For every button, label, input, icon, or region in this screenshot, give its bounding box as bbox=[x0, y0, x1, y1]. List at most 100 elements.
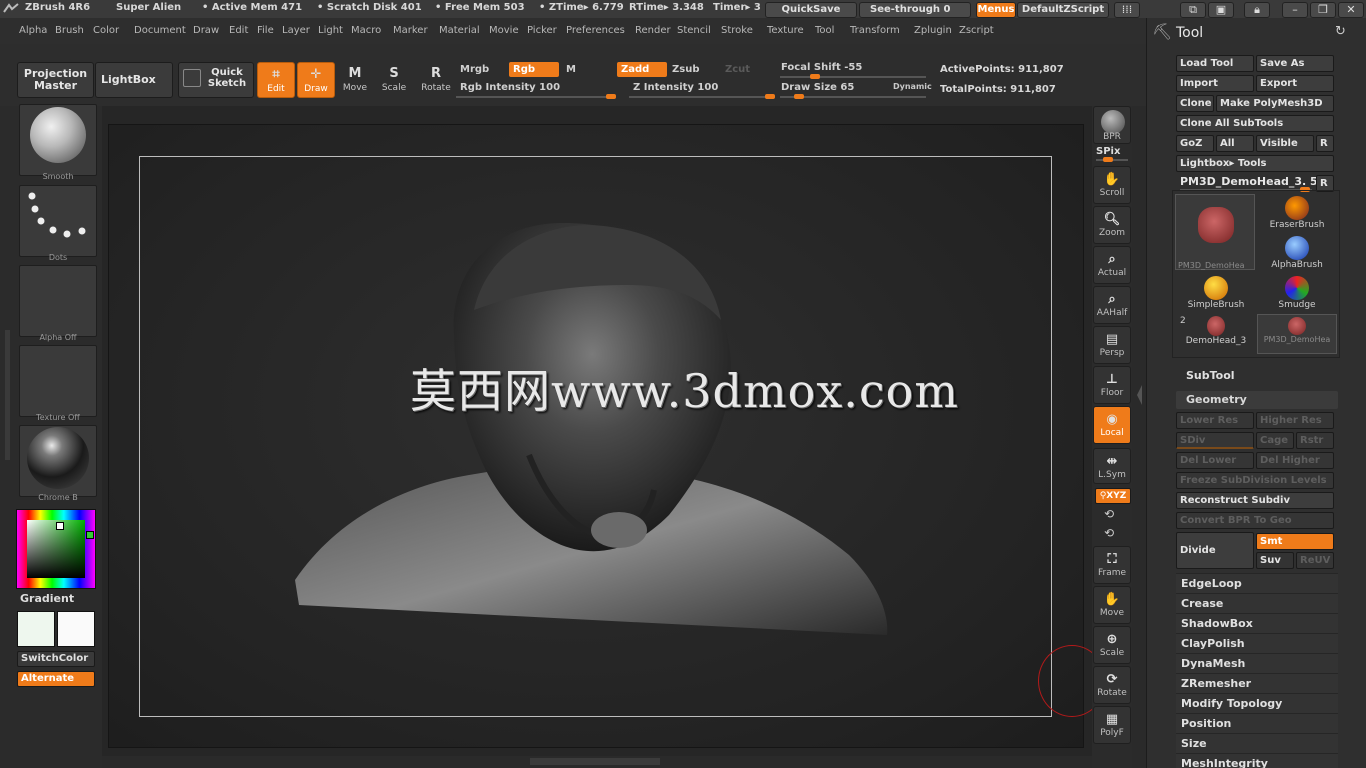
goz-visible-button[interactable]: Visible bbox=[1256, 135, 1314, 152]
draw-size-knob[interactable] bbox=[793, 94, 804, 99]
menu-texture[interactable]: Texture bbox=[767, 25, 804, 36]
menu-color[interactable]: Color bbox=[93, 25, 119, 36]
close-icon[interactable]: ✕ bbox=[1338, 2, 1364, 18]
main-color-swatch[interactable] bbox=[17, 611, 55, 647]
draw-mode-button[interactable]: ✛ Draw bbox=[297, 62, 335, 98]
alternate-button[interactable]: Alternate bbox=[17, 671, 95, 687]
current-tool-knob[interactable] bbox=[1300, 187, 1310, 192]
import-button[interactable]: Import bbox=[1176, 75, 1254, 92]
tool-thumb-pm3d[interactable]: PM3D_DemoHea bbox=[1175, 194, 1255, 270]
menu-alpha[interactable]: Alpha bbox=[19, 25, 47, 36]
secondary-color-swatch[interactable] bbox=[57, 611, 95, 647]
gradient-label[interactable]: Gradient bbox=[20, 592, 74, 605]
section-modify-topology[interactable]: Modify Topology bbox=[1176, 693, 1338, 713]
menu-render[interactable]: Render bbox=[635, 25, 671, 36]
menu-preferences[interactable]: Preferences bbox=[566, 25, 625, 36]
aahalf-button[interactable]: ⌕ AAHalf bbox=[1093, 286, 1131, 324]
goz-r-button[interactable]: R bbox=[1316, 135, 1334, 152]
frame-button[interactable]: ⛶ Frame bbox=[1093, 546, 1131, 584]
lightbox-button[interactable]: LightBox bbox=[95, 62, 173, 98]
goz-button[interactable]: GoZ bbox=[1176, 135, 1214, 152]
zsub-button[interactable]: Zsub bbox=[668, 62, 718, 77]
suv-toggle[interactable]: Suv bbox=[1256, 552, 1294, 569]
menu-tool[interactable]: Tool bbox=[815, 25, 834, 36]
section-dynamesh[interactable]: DynaMesh bbox=[1176, 653, 1338, 673]
move-mode-button[interactable]: M Move bbox=[336, 62, 374, 98]
texture-selector[interactable] bbox=[19, 345, 97, 417]
clone-button[interactable]: Clone bbox=[1176, 95, 1214, 112]
rotate-view-button[interactable]: ⟳ Rotate bbox=[1093, 666, 1131, 704]
floor-button[interactable]: ⊥ Floor bbox=[1093, 366, 1131, 404]
section-zremesher[interactable]: ZRemesher bbox=[1176, 673, 1338, 693]
spix-slider[interactable]: SPix bbox=[1096, 146, 1120, 157]
actual-button[interactable]: ⌕ Actual bbox=[1093, 246, 1131, 284]
layout-icon[interactable]: ⁞⁞⁞ bbox=[1114, 2, 1140, 18]
draw-size-slider[interactable]: Draw Size 65 bbox=[777, 80, 887, 95]
edit-mode-button[interactable]: ⌗ Edit bbox=[257, 62, 295, 98]
default-zscript-button[interactable]: DefaultZScript bbox=[1017, 2, 1109, 18]
higher-res-button[interactable]: Higher Res bbox=[1256, 412, 1334, 429]
menu-macro[interactable]: Macro bbox=[351, 25, 381, 36]
sdiv-slider[interactable]: SDiv bbox=[1176, 432, 1254, 449]
menu-document[interactable]: Document bbox=[134, 25, 186, 36]
make-polymesh-button[interactable]: Make PolyMesh3D bbox=[1216, 95, 1334, 112]
rstr-button[interactable]: Rstr bbox=[1296, 432, 1334, 449]
persp-button[interactable]: ▤ Persp bbox=[1093, 326, 1131, 364]
color-cursor[interactable] bbox=[56, 522, 64, 530]
move-view-button[interactable]: ✋ Move bbox=[1093, 586, 1131, 624]
freeze-subdiv-button[interactable]: Freeze SubDivision Levels bbox=[1176, 472, 1334, 489]
lock-icon[interactable]: 🔒︎ bbox=[1244, 2, 1270, 18]
focal-shift-slider[interactable]: Focal Shift -55 bbox=[777, 60, 927, 75]
menu-zscript[interactable]: Zscript bbox=[959, 25, 994, 36]
color-picker[interactable] bbox=[16, 509, 96, 589]
tool-thumb-simple[interactable]: SimpleBrush bbox=[1176, 274, 1256, 314]
section-edgeloop[interactable]: EdgeLoop bbox=[1176, 573, 1338, 593]
brush-selector[interactable] bbox=[19, 104, 97, 176]
menu-stroke[interactable]: Stroke bbox=[721, 25, 753, 36]
smt-toggle[interactable]: Smt bbox=[1256, 533, 1334, 550]
hue-cursor[interactable] bbox=[86, 531, 94, 539]
menu-file[interactable]: File bbox=[257, 25, 274, 36]
menu-layer[interactable]: Layer bbox=[282, 25, 310, 36]
current-tool-r-button[interactable]: R bbox=[1316, 175, 1334, 192]
tool-thumb-demohead[interactable]: DemoHead_3 bbox=[1176, 314, 1256, 354]
refresh-icon[interactable]: ↻ bbox=[1335, 24, 1346, 39]
maximize-icon[interactable]: ❐ bbox=[1310, 2, 1336, 18]
focal-shift-knob[interactable] bbox=[809, 74, 820, 79]
tool-thumb-pm3d-2[interactable]: PM3D_DemoHea bbox=[1257, 314, 1337, 354]
scale-mode-button[interactable]: S Scale bbox=[375, 62, 413, 98]
quick-sketch-button[interactable]: Quick Sketch bbox=[178, 62, 254, 98]
menu-marker[interactable]: Marker bbox=[393, 25, 428, 36]
lsym-button[interactable]: ⇹ L.Sym bbox=[1093, 448, 1131, 484]
layout-switch-icon[interactable]: ▣ bbox=[1208, 2, 1234, 18]
right-tray-collapse-icon[interactable] bbox=[1136, 375, 1144, 415]
mrgb-button[interactable]: Mrgb bbox=[456, 62, 502, 77]
divide-button[interactable]: Divide bbox=[1176, 532, 1254, 569]
material-selector[interactable] bbox=[19, 425, 97, 497]
section-shadowbox[interactable]: ShadowBox bbox=[1176, 613, 1338, 633]
scroll-button[interactable]: ✋ Scroll bbox=[1093, 166, 1131, 204]
section-position[interactable]: Position bbox=[1176, 713, 1338, 733]
del-lower-button[interactable]: Del Lower bbox=[1176, 452, 1254, 469]
cage-button[interactable]: Cage bbox=[1256, 432, 1294, 449]
section-meshintegrity[interactable]: MeshIntegrity bbox=[1176, 753, 1338, 768]
subtool-header[interactable]: SubTool bbox=[1178, 367, 1338, 385]
del-higher-button[interactable]: Del Higher bbox=[1256, 452, 1334, 469]
section-claypolish[interactable]: ClayPolish bbox=[1176, 633, 1338, 653]
m-button[interactable]: M bbox=[562, 62, 612, 77]
section-size[interactable]: Size bbox=[1176, 733, 1338, 753]
stroke-selector[interactable] bbox=[19, 185, 97, 257]
menu-transform[interactable]: Transform bbox=[850, 25, 900, 36]
rotate-mode-button[interactable]: R Rotate bbox=[417, 62, 455, 98]
geometry-header[interactable]: Geometry bbox=[1176, 391, 1338, 409]
rgb-button[interactable]: Rgb bbox=[509, 62, 559, 77]
tool-thumb-alpha[interactable]: AlphaBrush bbox=[1257, 234, 1337, 274]
local-button[interactable]: ◉ Local bbox=[1093, 406, 1131, 444]
export-button[interactable]: Export bbox=[1256, 75, 1334, 92]
rgb-intensity-knob[interactable] bbox=[606, 94, 616, 99]
spix-knob[interactable] bbox=[1103, 157, 1113, 162]
projection-master-button[interactable]: Projection Master bbox=[17, 62, 94, 98]
see-through-slider[interactable]: See-through 0 bbox=[859, 2, 971, 18]
bpr-button[interactable]: BPR bbox=[1093, 106, 1131, 144]
switchcolor-button[interactable]: SwitchColor bbox=[17, 651, 95, 667]
